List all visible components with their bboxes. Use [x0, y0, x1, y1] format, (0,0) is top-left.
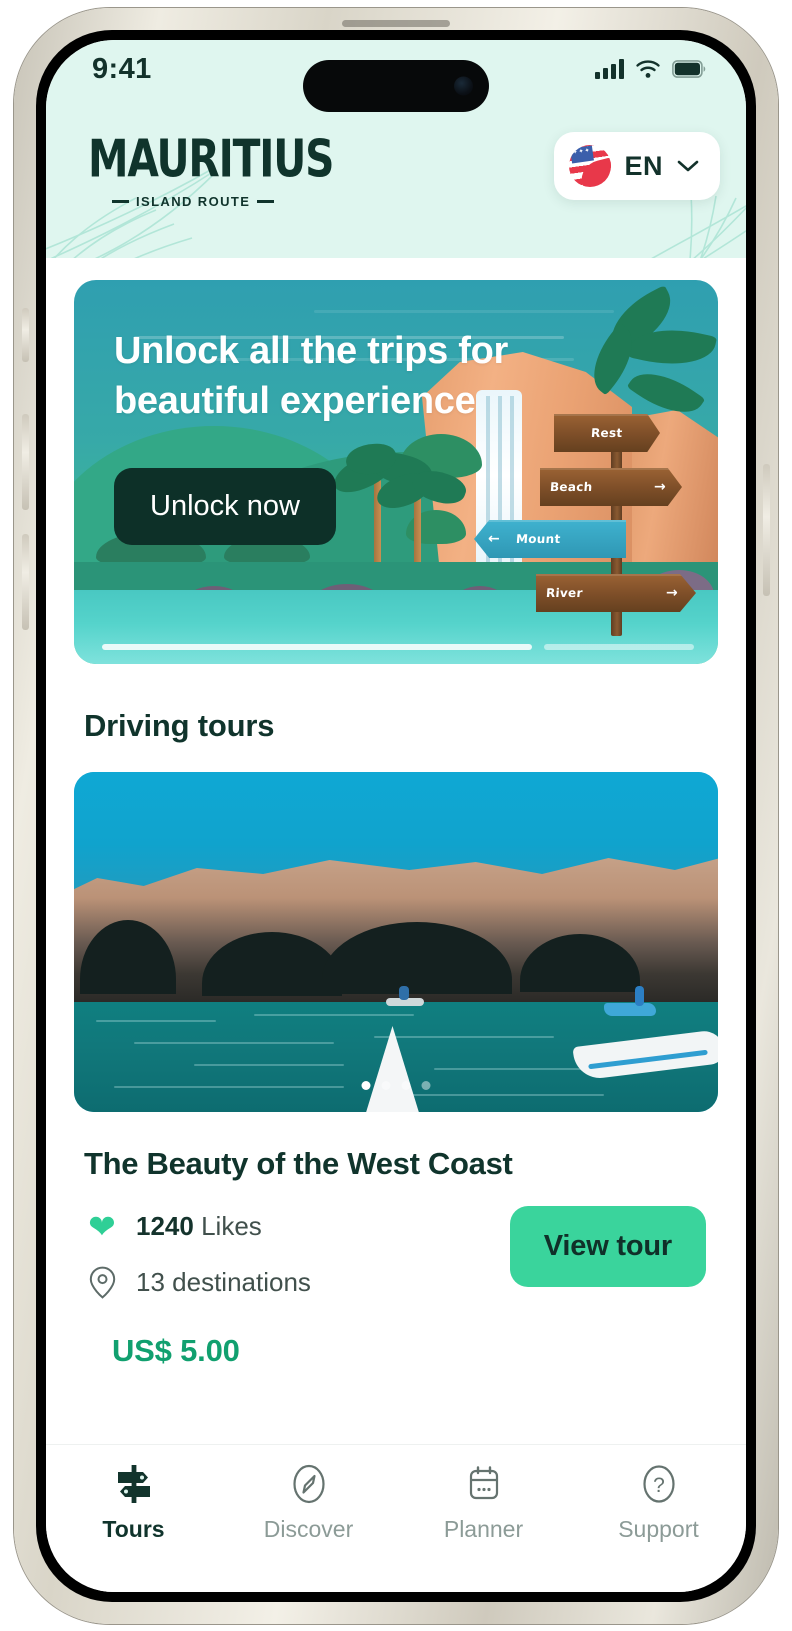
help-circle-icon: ?: [638, 1463, 680, 1505]
wifi-icon: [636, 60, 660, 78]
cellular-signal-icon: [595, 59, 624, 79]
unlock-now-button[interactable]: Unlock now: [114, 468, 336, 546]
nav-item-support[interactable]: ? Support: [571, 1463, 746, 1543]
carousel-dot-3[interactable]: [401, 1081, 411, 1090]
tour-meta-row: ❤ 1240 Likes 13 destinations View tour: [74, 1206, 718, 1299]
signpost-label: River: [545, 586, 584, 600]
banner-copy: Unlock all the trips for beautiful exper…: [114, 326, 564, 546]
section-title: Driving tours: [84, 708, 275, 743]
likes-stat: ❤ 1240 Likes: [84, 1210, 311, 1243]
nav-item-tours[interactable]: Tours: [46, 1463, 221, 1543]
banner-headline: Unlock all the trips for beautiful exper…: [114, 330, 508, 423]
volume-down-button[interactable]: [22, 534, 29, 630]
brand-row: MAURITIUS ISLAND ROUTE EN: [46, 98, 746, 209]
signpost-rest: Rest: [554, 414, 660, 452]
logo-wordmark: MAURITIUS: [88, 129, 334, 189]
logo-dash-right-icon: [257, 200, 275, 203]
view-tour-button[interactable]: View tour: [509, 1206, 706, 1287]
promo-banner[interactable]: Rest Beach → ← Mount River → Unlock all …: [74, 280, 718, 664]
dynamic-island[interactable]: [303, 60, 489, 112]
arrow-right-icon: →: [653, 479, 666, 495]
signpost-label: Rest: [590, 426, 624, 440]
silent-switch-button[interactable]: [22, 308, 29, 362]
logo-tagline-row: ISLAND ROUTE: [88, 194, 341, 209]
status-time: 9:41: [92, 52, 152, 85]
nav-label-tours: Tours: [102, 1516, 165, 1542]
tour-photo[interactable]: [74, 772, 718, 1112]
logo-tagline: ISLAND ROUTE: [136, 194, 251, 209]
likes-count: 1240: [136, 1211, 194, 1241]
map-pin-icon: [84, 1265, 120, 1299]
nav-label-discover: Discover: [263, 1516, 354, 1542]
app-logo: MAURITIUS ISLAND ROUTE: [88, 132, 341, 209]
front-camera-icon: [454, 76, 473, 96]
app-header: 9:41 MAURITIUS ISLAND ROUTE ✦✦✦ EN: [46, 40, 746, 258]
battery-icon: [672, 60, 706, 78]
carousel-dots[interactable]: [361, 1081, 431, 1090]
calendar-icon: [463, 1463, 505, 1505]
svg-text:?: ?: [653, 1474, 665, 1497]
likes-text: 1240 Likes: [136, 1211, 262, 1242]
carousel-dot-1[interactable]: [361, 1081, 371, 1090]
tour-title: The Beauty of the West Coast: [84, 1146, 513, 1181]
arrow-right-icon: →: [665, 585, 678, 601]
photo-distant-kayaker: [399, 986, 409, 1000]
signpost-river: River →: [536, 574, 696, 612]
tour-stats: ❤ 1240 Likes 13 destinations: [84, 1206, 311, 1299]
language-label: EN: [624, 150, 663, 181]
power-button[interactable]: [763, 464, 770, 596]
heart-icon: ❤: [88, 1208, 116, 1245]
destinations-stat: 13 destinations: [84, 1265, 311, 1299]
signpost-icon: [113, 1463, 155, 1505]
tour-card: The Beauty of the West Coast ❤ 1240 Like…: [46, 772, 746, 1369]
tour-price: US$ 5.00: [112, 1333, 240, 1368]
nav-item-planner[interactable]: Planner: [396, 1463, 571, 1543]
photo-far-person: [635, 986, 644, 1006]
status-icons: [595, 59, 712, 79]
us-flag-icon: [569, 145, 612, 187]
nav-label-support: Support: [618, 1516, 699, 1542]
earpiece-speaker: [342, 20, 450, 27]
banner-waterline: [544, 644, 694, 650]
compass-icon: [288, 1463, 330, 1505]
carousel-dot-4[interactable]: [421, 1081, 431, 1090]
language-switcher[interactable]: EN: [554, 132, 720, 200]
phone-frame: 9:41 MAURITIUS ISLAND ROUTE ✦✦✦ EN Rest …: [14, 8, 778, 1624]
likes-label: Likes: [201, 1211, 262, 1241]
carousel-dot-2[interactable]: [381, 1081, 391, 1090]
phone-screen: 9:41 MAURITIUS ISLAND ROUTE ✦✦✦ EN Rest …: [46, 40, 746, 1592]
photo-far-boat: [604, 1003, 656, 1016]
volume-up-button[interactable]: [22, 414, 29, 510]
chevron-down-icon[interactable]: [676, 159, 700, 173]
destinations-text: 13 destinations: [136, 1266, 311, 1297]
logo-dash-left-icon: [112, 200, 129, 203]
bottom-navigation: Tours Discover Planner ? Support: [46, 1444, 746, 1592]
banner-waterline: [102, 644, 532, 650]
nav-item-discover[interactable]: Discover: [221, 1463, 396, 1543]
nav-label-planner: Planner: [443, 1516, 524, 1542]
